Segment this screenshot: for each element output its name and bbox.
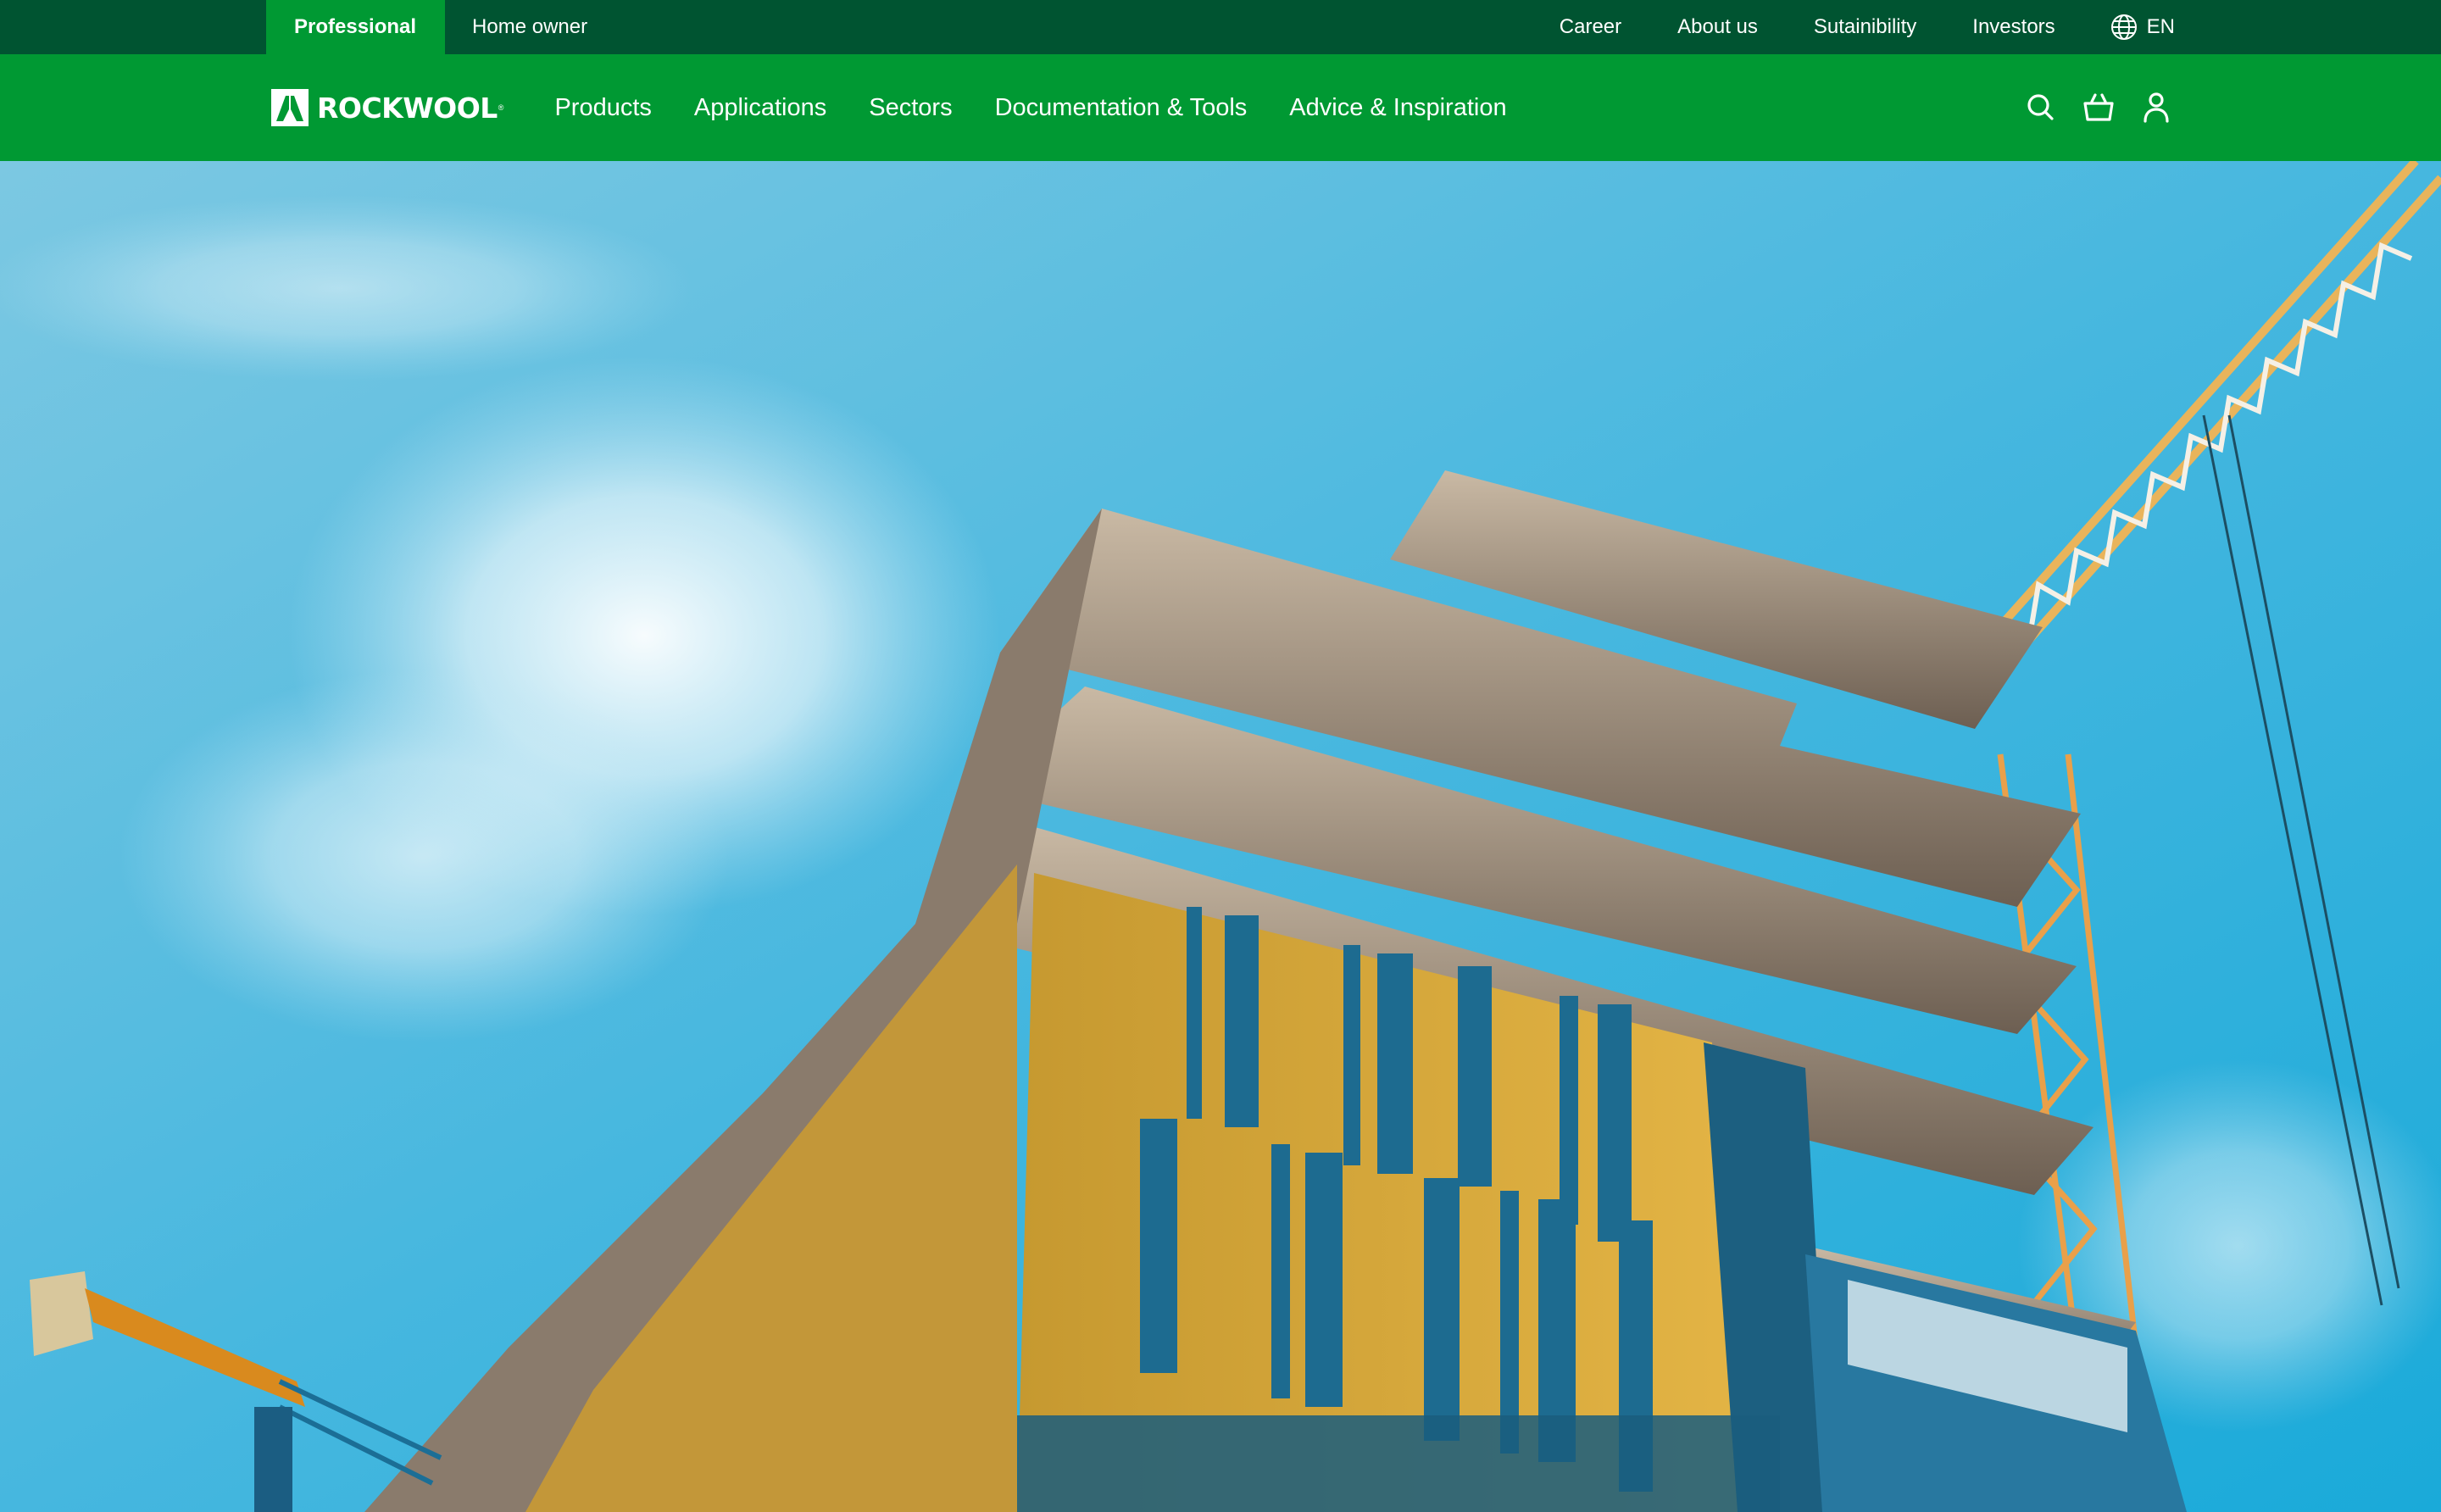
user-icon	[2144, 92, 2169, 123]
nav-icon-group	[2002, 89, 2175, 126]
utility-link-about-us[interactable]: About us	[1677, 15, 1758, 39]
utility-links: Career About us Sutainibility Investors …	[1560, 0, 2175, 54]
search-button[interactable]	[2022, 89, 2060, 126]
utility-bar-inner: Professional Home owner Career About us …	[266, 0, 2175, 54]
hero-construction-illustration	[0, 161, 2441, 1512]
basket-icon	[2083, 93, 2114, 121]
basket-button[interactable]	[2080, 89, 2117, 126]
segment-tab-professional[interactable]: Professional	[266, 0, 446, 54]
nav-item-products[interactable]: Products	[554, 94, 651, 122]
nav-item-applications[interactable]: Applications	[694, 94, 826, 122]
facade-lower-glass-band	[1017, 1415, 1780, 1512]
main-navigation: ROCKWOOL ® Products Applications Sectors…	[0, 54, 2441, 161]
globe-icon	[2110, 14, 2137, 40]
nav-item-documentation-tools[interactable]: Documentation & Tools	[995, 94, 1248, 122]
rockwool-logo[interactable]: ROCKWOOL ®	[271, 88, 503, 127]
utility-link-career[interactable]: Career	[1560, 15, 1621, 39]
segment-tab-home-owner[interactable]: Home owner	[445, 0, 616, 54]
nav-item-advice-inspiration[interactable]: Advice & Inspiration	[1289, 94, 1506, 122]
language-selector[interactable]: EN	[2110, 13, 2175, 42]
cloud	[119, 670, 729, 1042]
main-navigation-inner: ROCKWOOL ® Products Applications Sectors…	[271, 54, 2175, 161]
utility-bar: Professional Home owner Career About us …	[0, 0, 2441, 54]
utility-link-sustainability[interactable]: Sutainibility	[1814, 15, 1916, 39]
nav-item-sectors[interactable]: Sectors	[869, 94, 952, 122]
logo-registered-mark: ®	[498, 103, 504, 112]
logo-mark-icon	[271, 89, 309, 126]
hero-image	[0, 161, 2441, 1512]
account-button[interactable]	[2138, 89, 2175, 126]
cloud	[0, 195, 695, 381]
utility-link-investors[interactable]: Investors	[1972, 15, 2055, 39]
search-icon	[2027, 94, 2054, 120]
logo-text: ROCKWOOL	[317, 91, 498, 125]
language-label: EN	[2146, 15, 2175, 38]
